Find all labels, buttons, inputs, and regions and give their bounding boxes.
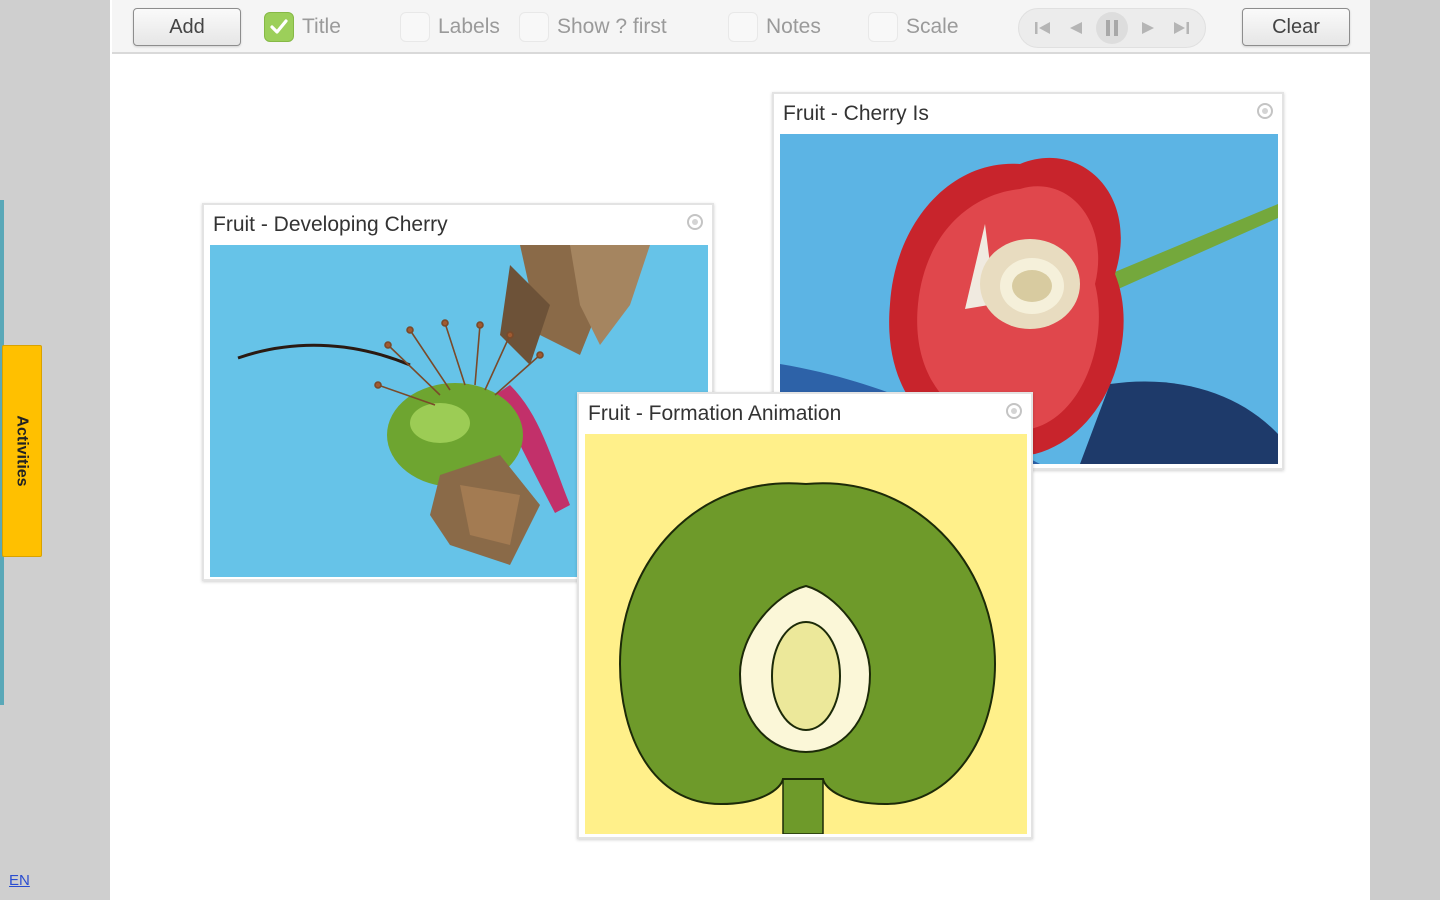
scale-option[interactable]: Scale bbox=[868, 10, 959, 44]
close-icon[interactable] bbox=[687, 214, 703, 230]
skip-to-end-icon bbox=[1173, 22, 1189, 34]
notes-option-label: Notes bbox=[766, 15, 821, 38]
skip-to-start-icon bbox=[1035, 22, 1051, 34]
playback-controls bbox=[1018, 8, 1206, 48]
labels-checkbox[interactable] bbox=[400, 12, 430, 42]
skip-to-end-button[interactable] bbox=[1168, 15, 1194, 41]
scale-checkbox[interactable] bbox=[868, 12, 898, 42]
activities-tab-label: Activities bbox=[14, 415, 32, 487]
formation-animation-canvas bbox=[585, 434, 1027, 834]
skip-to-start-button[interactable] bbox=[1030, 15, 1056, 41]
title-checkbox[interactable] bbox=[264, 12, 294, 42]
toolbar: Add Title Labels Show ? first Notes Scal… bbox=[112, 0, 1370, 54]
notes-checkbox[interactable] bbox=[728, 12, 758, 42]
pause-button[interactable] bbox=[1095, 12, 1128, 44]
show-first-option[interactable]: Show ? first bbox=[519, 10, 667, 44]
card-formation-animation[interactable]: Fruit - Formation Animation bbox=[577, 392, 1033, 839]
step-forward-button[interactable] bbox=[1135, 15, 1161, 41]
step-forward-icon bbox=[1141, 22, 1154, 34]
pause-icon bbox=[1105, 20, 1118, 36]
card-title: Fruit - Formation Animation bbox=[588, 402, 842, 425]
title-option-label: Title bbox=[302, 15, 341, 38]
show-first-option-label: Show ? first bbox=[557, 15, 667, 38]
notes-option[interactable]: Notes bbox=[728, 10, 821, 44]
right-panel bbox=[1370, 0, 1440, 900]
close-icon[interactable] bbox=[1006, 403, 1022, 419]
clear-button[interactable]: Clear bbox=[1242, 8, 1350, 46]
close-icon[interactable] bbox=[1257, 103, 1273, 119]
labels-option-label: Labels bbox=[438, 15, 500, 38]
card-title: Fruit - Developing Cherry bbox=[213, 213, 448, 236]
checkmark-icon bbox=[270, 19, 288, 34]
step-back-button[interactable] bbox=[1063, 15, 1089, 41]
language-link[interactable]: EN bbox=[9, 872, 30, 889]
scale-option-label: Scale bbox=[906, 15, 959, 38]
add-button[interactable]: Add bbox=[133, 8, 241, 46]
step-back-icon bbox=[1070, 22, 1083, 34]
title-option[interactable]: Title bbox=[264, 10, 341, 44]
labels-option[interactable]: Labels bbox=[400, 10, 500, 44]
activities-tab[interactable]: Activities bbox=[2, 345, 42, 557]
card-title: Fruit - Cherry Is bbox=[783, 102, 929, 125]
show-first-checkbox[interactable] bbox=[519, 12, 549, 42]
